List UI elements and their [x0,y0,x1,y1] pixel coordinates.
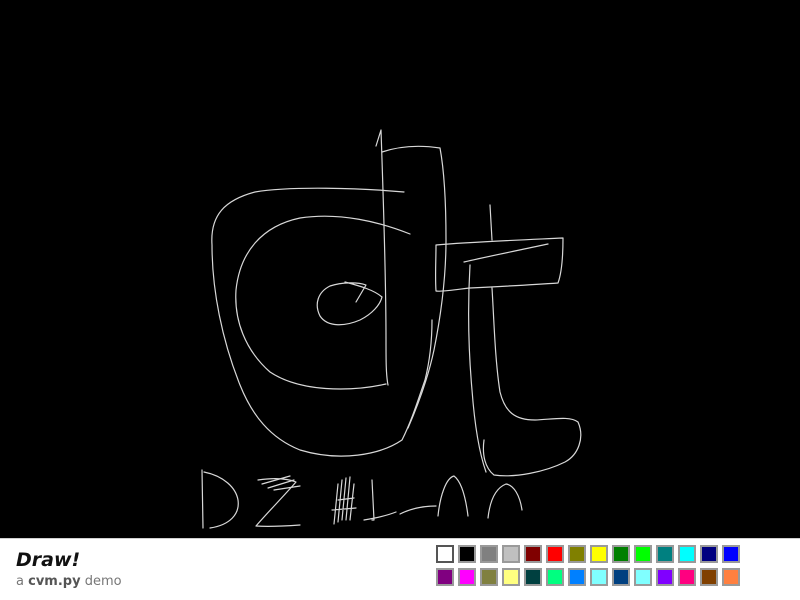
stroke-outer-bowl [211,187,433,457]
stroke-eye [316,281,383,326]
color-swatch[interactable] [722,545,740,563]
color-swatch[interactable] [568,568,586,586]
stroke-t-bar [434,237,564,292]
draw-app: Draw! a cvm.py demo [0,0,800,600]
stroke-scribble-z [255,478,301,528]
stroke-t-topstub [489,204,493,241]
color-swatch[interactable] [502,568,520,586]
stroke-scribble-l [363,479,397,521]
app-subtitle: a cvm.py demo [16,574,122,590]
color-swatch[interactable] [722,568,740,586]
stroke-scribble-e [399,505,437,515]
color-swatch[interactable] [700,545,718,563]
stroke-t-crossline [463,243,549,263]
toolbar: Draw! a cvm.py demo [0,538,800,600]
stroke-scribble-hatch [261,475,357,525]
stroke-scribble-d [201,469,239,529]
subtitle-prefix: a [16,574,29,589]
color-swatch[interactable] [458,568,476,586]
subtitle-suffix: demo [80,574,122,589]
stroke-scribble-c [487,483,523,519]
app-title: Draw! [16,549,81,571]
color-swatch[interactable] [590,545,608,563]
drawing-surface[interactable] [0,0,800,538]
subtitle-library-name: cvm.py [28,574,81,589]
color-swatch[interactable] [480,568,498,586]
color-swatch[interactable] [678,568,696,586]
stroke-stem-left [375,129,389,386]
color-swatch[interactable] [656,568,674,586]
color-swatch[interactable] [678,545,696,563]
color-palette [436,545,740,586]
stroke-scribble-a [437,475,469,517]
color-swatch[interactable] [546,545,564,563]
color-swatch[interactable] [480,545,498,563]
color-swatch[interactable] [568,545,586,563]
color-swatch[interactable] [612,568,630,586]
color-swatch[interactable] [436,545,454,563]
color-swatch[interactable] [546,568,564,586]
color-swatch[interactable] [612,545,630,563]
color-swatch[interactable] [656,545,674,563]
stroke-t-right [482,287,582,477]
color-swatch[interactable] [502,545,520,563]
color-swatch[interactable] [524,545,542,563]
color-swatch[interactable] [634,568,652,586]
color-swatch[interactable] [590,568,608,586]
color-swatch[interactable] [634,545,652,563]
drawing-canvas[interactable] [0,0,800,538]
color-swatch[interactable] [700,568,718,586]
color-swatch[interactable] [524,568,542,586]
color-swatch[interactable] [436,568,454,586]
color-swatch[interactable] [458,545,476,563]
